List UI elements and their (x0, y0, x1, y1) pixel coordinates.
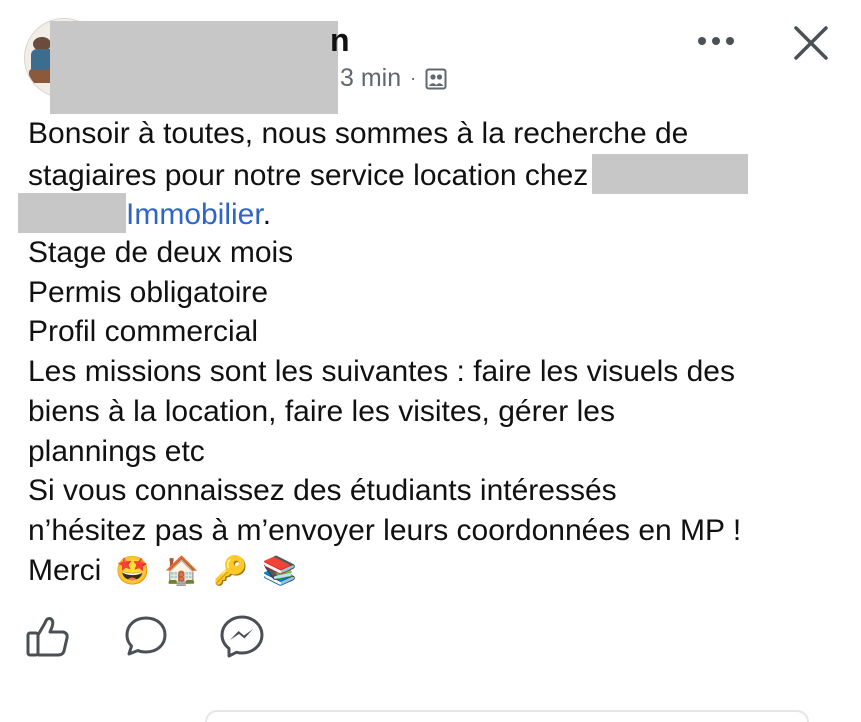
comment-icon[interactable] (122, 612, 170, 660)
post-text: Bonsoir à toutes, nous sommes à la reche… (18, 114, 843, 591)
post-line: Les missions sont les suivantes : faire … (28, 355, 735, 389)
books-emoji: 📚 (261, 553, 297, 587)
house-emoji: 🏠 (164, 553, 200, 587)
post-line: stagiaires pour notre service location c… (28, 153, 843, 194)
redacted-author-name (50, 21, 338, 114)
post-line: Profil commercial (28, 315, 259, 349)
comment-input-outline[interactable] (205, 710, 809, 722)
author-name-fragment[interactable]: n (330, 22, 350, 59)
messenger-share-icon[interactable] (218, 612, 266, 660)
key-emoji: 🔑 (213, 553, 248, 587)
post-line-text: stagiaires pour notre service location c… (28, 158, 589, 192)
post-line-text: . (262, 198, 272, 232)
post-line: Bonsoir à toutes, nous sommes à la reche… (28, 117, 689, 150)
more-dots-icon[interactable] (692, 26, 740, 56)
company-link[interactable]: Immobilier (126, 198, 263, 231)
post-meta: 3 min · (340, 64, 447, 93)
redacted-company-name (18, 193, 126, 234)
post-line: biens à la location, faire les visites, … (28, 394, 615, 428)
star-struck-emoji: 🤩 (115, 553, 151, 587)
close-x-icon[interactable] (790, 22, 832, 64)
post-line-text: Merci (28, 553, 102, 587)
post-line: n’hésitez pas à m’envoyer leurs coordonn… (28, 513, 742, 547)
meta-separator: · (410, 68, 417, 88)
redacted-company-name (592, 153, 749, 194)
post-line: Merci 🤩 🏠 🔑 📚 (28, 551, 843, 591)
post-line: plannings etc (28, 434, 205, 468)
post-line: Stage de deux mois (28, 236, 294, 270)
like-icon[interactable] (24, 612, 72, 660)
bottom-input-bar (0, 710, 861, 722)
post-line: Permis obligatoire (28, 275, 269, 309)
post-line: Si vous connaissez des étudiants intéres… (28, 474, 617, 508)
post-actions (0, 612, 861, 660)
group-audience-icon (425, 68, 447, 89)
post-time[interactable]: 3 min (340, 64, 401, 93)
post-line: Immobilier. (18, 193, 843, 234)
